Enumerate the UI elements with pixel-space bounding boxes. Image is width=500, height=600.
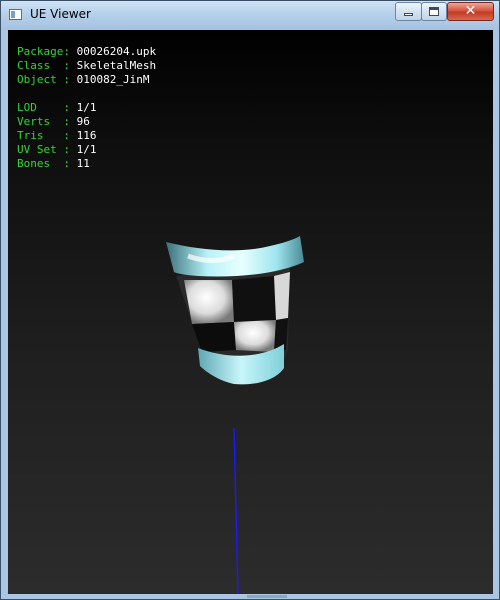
mesh-white-patch-1: [184, 280, 234, 324]
mesh-render: [166, 236, 304, 594]
app-window: UE Viewer ✕ Package: 00026204.upk Class …: [0, 0, 500, 600]
window-title: UE Viewer: [30, 7, 91, 21]
resize-grip[interactable]: [247, 595, 287, 598]
mesh-black-patch-2: [192, 322, 236, 352]
maximize-icon: [429, 7, 439, 16]
close-button[interactable]: ✕: [447, 2, 494, 21]
mesh-black-patch-1: [232, 276, 276, 322]
mesh-white-patch-2: [274, 272, 290, 320]
bone-axis-line: [233, 427, 239, 594]
close-icon: ✕: [464, 3, 477, 19]
app-window-icon[interactable]: [9, 9, 22, 20]
minimize-icon: [404, 13, 413, 16]
title-bar[interactable]: UE Viewer ✕: [1, 1, 499, 30]
minimize-button[interactable]: [395, 2, 422, 21]
mesh-white-patch-3: [234, 320, 276, 352]
3d-viewport[interactable]: Package: 00026204.upk Class : SkeletalMe…: [8, 30, 493, 594]
maximize-button[interactable]: [421, 2, 447, 21]
